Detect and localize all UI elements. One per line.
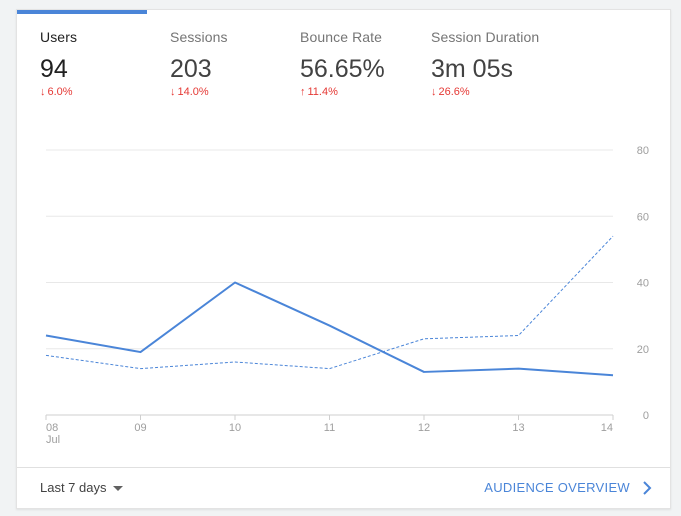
card-footer: Last 7 days AUDIENCE OVERVIEW	[17, 467, 670, 508]
x-tick-label: 10	[229, 422, 241, 434]
x-tick-label: 14	[601, 422, 613, 434]
x-tick-label: 12	[418, 422, 430, 434]
y-tick-label: 0	[643, 410, 649, 422]
x-tick-label: 11	[324, 422, 335, 434]
x-tick-label: 08	[46, 422, 58, 434]
date-range-dropdown[interactable]: Last 7 days	[40, 480, 123, 495]
x-tick-label: 09	[134, 422, 146, 434]
users-line-chart: 0 20 40 60 80 08Jul 09 10 11 12 13 14	[45, 145, 649, 446]
y-tick-label: 40	[637, 278, 649, 290]
audience-card: Users 94 ↓ 6.0% Sessions 203 ↓ 14.0% Bou…	[16, 9, 671, 509]
x-tick-label: 13	[512, 422, 524, 434]
audience-overview-label: AUDIENCE OVERVIEW	[484, 480, 630, 495]
audience-overview-link[interactable]: AUDIENCE OVERVIEW	[484, 480, 652, 495]
y-tick-label: 60	[637, 211, 649, 223]
series-line-current	[45, 281, 614, 377]
chevron-right-icon	[643, 480, 652, 495]
date-range-label: Last 7 days	[40, 480, 107, 495]
x-tick-sublabel: Jul	[46, 434, 60, 446]
caret-down-icon	[112, 485, 123, 491]
y-tick-label: 20	[637, 344, 649, 356]
y-tick-label: 80	[637, 145, 649, 157]
